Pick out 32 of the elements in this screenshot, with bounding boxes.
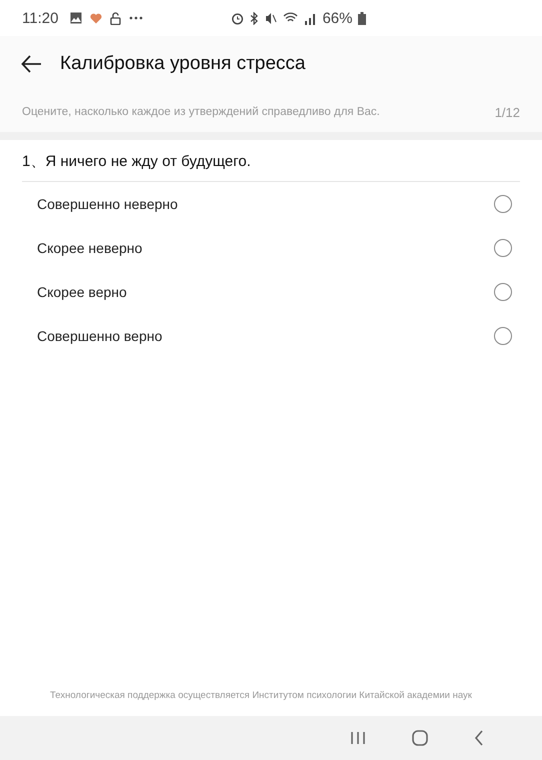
instruction-text: Оцените, насколько каждое из утверждений справедливо для Вас.	[22, 106, 380, 118]
question-text: 1、Я ничего не жду от будущего.	[22, 140, 520, 182]
answer-option[interactable]: Скорее верно	[0, 270, 542, 314]
option-label: Скорее верно	[37, 284, 127, 300]
answer-option[interactable]: Скорее неверно	[0, 226, 542, 270]
answer-option[interactable]: Совершенно верно	[0, 314, 542, 358]
battery-icon	[358, 12, 366, 24]
bluetooth-icon	[250, 12, 260, 24]
wifi-icon	[283, 12, 298, 24]
signal-icon	[304, 12, 316, 24]
back-nav-button[interactable]	[474, 730, 484, 746]
recent-apps-button[interactable]	[350, 731, 366, 745]
radio-button[interactable]	[494, 239, 512, 257]
home-button[interactable]	[412, 730, 428, 746]
mute-icon	[265, 12, 278, 24]
lock-icon	[110, 12, 122, 24]
answer-option[interactable]: Совершенно неверно	[0, 182, 542, 226]
page-title: Калибровка уровня стресса	[60, 53, 306, 75]
radio-button[interactable]	[494, 283, 512, 301]
more-icon	[129, 16, 144, 20]
footer-text: Технологическая поддержка осуществляется Институтом психологии Китайской академии наук	[50, 690, 472, 701]
option-label: Совершенно верно	[37, 328, 162, 344]
battery-percent: 66%	[322, 10, 352, 26]
progress-counter: 1/12	[494, 104, 520, 120]
option-label: Скорее неверно	[37, 240, 142, 256]
gallery-icon	[70, 12, 82, 24]
heart-icon	[90, 12, 102, 24]
radio-button[interactable]	[494, 327, 512, 345]
clock: 11:20	[22, 10, 58, 26]
option-label: Совершенно неверно	[37, 196, 178, 212]
radio-button[interactable]	[494, 195, 512, 213]
alarm-icon	[231, 12, 244, 24]
